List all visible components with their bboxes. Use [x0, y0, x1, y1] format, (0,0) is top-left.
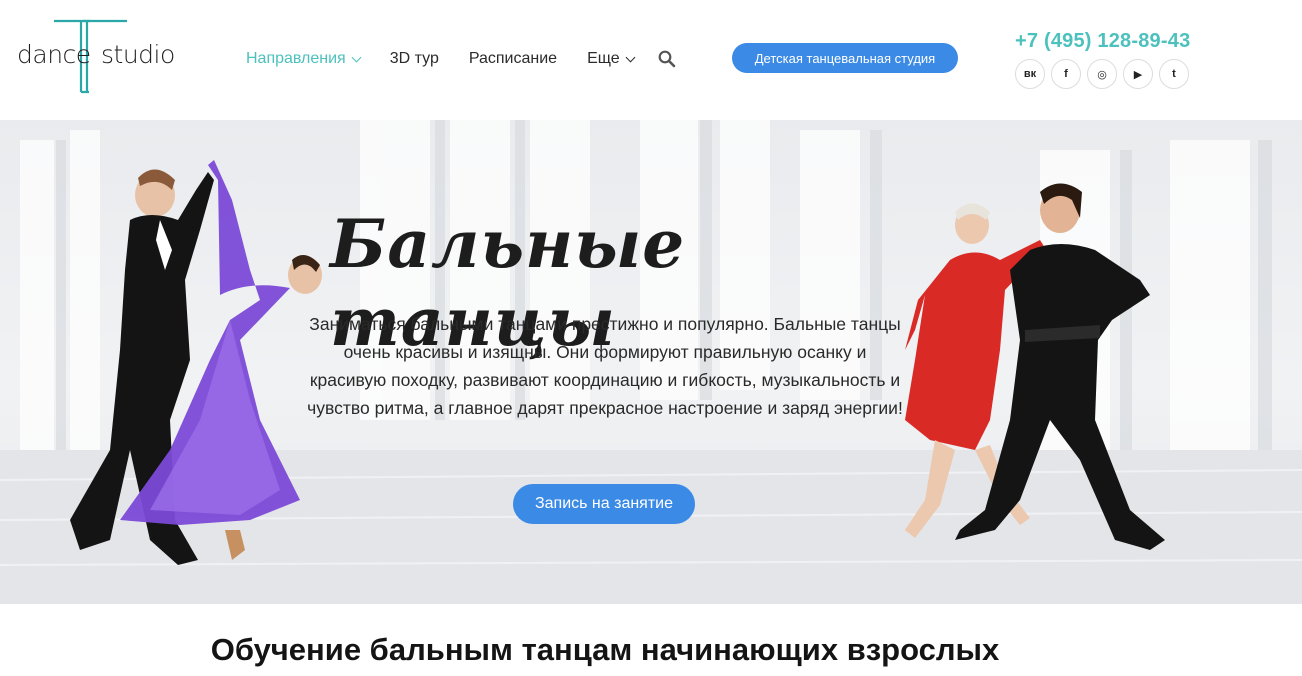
- kids-studio-button[interactable]: Детская танцевальная студия: [732, 43, 958, 73]
- nav-item-schedule[interactable]: Расписание: [469, 50, 557, 68]
- facebook-icon[interactable]: f: [1051, 59, 1081, 89]
- nav-item-directions[interactable]: Направления: [246, 50, 362, 68]
- social-links: вк f ◎ ▶ t: [1015, 59, 1195, 89]
- search-icon[interactable]: [658, 50, 676, 68]
- main-nav: Направления 3D тур Расписание Еще: [246, 46, 664, 72]
- nav-item-label: Еще: [587, 50, 620, 67]
- section-title: Обучение бальным танцам начинающих взрос…: [210, 632, 1000, 667]
- nav-item-label: Направления: [246, 50, 346, 67]
- nav-item-label: Расписание: [468, 50, 558, 67]
- logo-text-studio: studio: [101, 40, 175, 69]
- logo-text-dance: dance: [17, 40, 91, 69]
- hero-banner: Бальные танцы Заниматься бальными танцам…: [0, 120, 1302, 604]
- nav-item-3d-tour[interactable]: 3D тур: [390, 50, 439, 68]
- instagram-icon[interactable]: ◎: [1087, 59, 1117, 89]
- hero-description: Заниматься бальными танцами престижно и …: [307, 314, 903, 418]
- youtube-icon[interactable]: ▶: [1123, 59, 1153, 89]
- chevron-down-icon: [625, 52, 636, 62]
- site-header: dance studio Направления 3D тур Расписан…: [0, 0, 1302, 120]
- twitter-icon[interactable]: t: [1159, 59, 1189, 89]
- signup-class-button[interactable]: Запись на занятие: [513, 484, 695, 524]
- vk-icon[interactable]: вк: [1015, 59, 1045, 89]
- phone-number[interactable]: +7 (495) 128-89-43: [1015, 30, 1190, 53]
- nav-item-more[interactable]: Еще: [587, 50, 636, 68]
- nav-item-label: 3D тур: [389, 50, 439, 67]
- logo[interactable]: dance studio: [17, 18, 177, 94]
- chevron-down-icon: [351, 52, 362, 62]
